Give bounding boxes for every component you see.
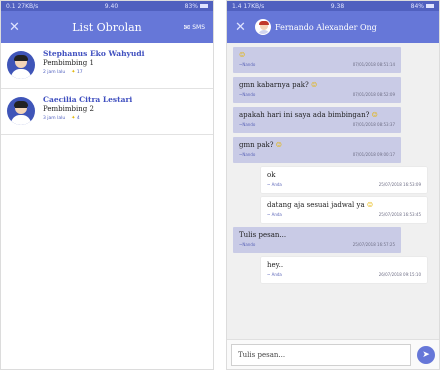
message-sender: ~Nando [239,92,256,97]
message-sender: ~ Anda [267,212,282,217]
contact-role: Pembimbing 2 [43,105,94,113]
network-speed: 1.4 17KB/s [232,2,265,10]
message-time: 25/07/2018 16:57:25 [352,242,395,247]
message-time: 07/01/2018 08:52:09 [352,92,395,97]
message-time: 07/01/2018 09:00:17 [352,152,395,157]
outgoing-message[interactable]: hey.. ~ Anda 26/07/2018 09:15:10 [261,257,427,283]
message-text: Tulis pesan... [239,231,287,239]
battery-indicator: 84% [411,3,434,10]
status-bar: 0.1 27KB/s 9.40 83% [1,1,213,11]
battery-icon [426,4,434,8]
incoming-message[interactable]: ☺ ~Nando 07/01/2018 08:51:14 [233,47,401,73]
incoming-message[interactable]: apakah hari ini saya ada bimbingan? ☺ ~Na… [233,107,401,133]
avatar [7,97,35,125]
message-footer: ~Nando 07/01/2018 08:53:37 [239,122,395,127]
chat-list-item[interactable]: Stephanus Eko Wahyudi Pembimbing 1 2 jam l… [1,43,213,89]
contact-role: Pembimbing 1 [43,59,94,67]
smile-emoji-icon: ☺ [275,141,283,149]
message-text: datang aja sesuai jadwal ya ☺ [267,201,374,209]
outgoing-message[interactable]: ok ~ Anda 25/07/2018 16:53:09 [261,167,427,193]
message-count: ✦ 17 [71,69,83,75]
send-icon: ➤ [422,349,430,360]
star-icon: ✦ [71,69,76,75]
peer-name: Fernando Alexander Ong [275,22,377,32]
message-footer: ~Nando 25/07/2018 16:57:25 [239,242,395,247]
message-count: ✦ 4 [71,115,80,121]
chat-item-text: Stephanus Eko Wahyudi Pembimbing 1 2 jam l… [43,49,207,75]
message-time: 07/01/2018 08:51:14 [352,62,395,67]
chat-list-screen: 0.1 27KB/s 9.40 83% ✕ List Obrolan ✉ SMS… [0,0,214,370]
message-footer: ~ Anda 26/07/2018 09:15:10 [267,272,421,277]
message-footer: ~ Anda 25/07/2018 16:53:45 [267,212,421,217]
battery-indicator: 83% [185,3,208,10]
smile-emoji-icon: ☺ [239,51,246,59]
conversation-screen: 1.4 17KB/s 9.38 84% ✕ Fernando Alexander… [226,0,440,370]
smile-emoji-icon: ☺ [311,81,318,89]
message-sender: ~Nando [239,242,256,247]
message-sender: ~Nando [239,122,256,127]
message-time: 25/07/2018 16:53:09 [378,182,421,187]
message-footer: ~ Anda 25/07/2018 16:53:09 [267,182,421,187]
chat-meta: 2 jam lalu ✦ 17 [43,69,207,75]
message-time: 07/01/2018 08:53:37 [352,122,395,127]
incoming-message[interactable]: gmn pak? ☺ ~Nando 07/01/2018 09:00:17 [233,137,401,163]
message-text: gmn kabarnya pak? ☺ [239,81,318,89]
chat-item-text: Caecilia Citra Lestari Pembimbing 2 3 jam … [43,95,207,121]
message-input[interactable]: Tulis pesan... [231,343,411,366]
close-icon[interactable]: ✕ [9,20,23,35]
contact-name: Stephanus Eko Wahyudi [43,49,145,58]
avatar [7,51,35,79]
page-title: List Obrolan [72,20,142,34]
clock: 9.40 [104,2,119,10]
message-text: apakah hari ini saya ada bimbingan? ☺ [239,111,378,119]
last-message-time: 2 jam lalu [43,69,66,75]
message-footer: ~Nando 07/01/2018 09:00:17 [239,152,395,157]
message-sender: ~ Anda [267,182,282,187]
chat-list-item[interactable]: Caecilia Citra Lestari Pembimbing 2 3 jam … [1,89,213,135]
contact-name: Caecilia Citra Lestari [43,95,133,104]
chat-list: Stephanus Eko Wahyudi Pembimbing 1 2 jam l… [1,43,213,135]
smile-emoji-icon: ☺ [366,201,374,209]
message-text: gmn pak? ☺ [239,141,283,149]
message-text: hey.. [267,261,284,269]
message-footer: ~Nando 07/01/2018 08:51:14 [239,62,395,67]
send-button[interactable]: ➤ [417,345,435,364]
message-footer: ~Nando 07/01/2018 08:52:09 [239,92,395,97]
clock: 9.38 [330,2,345,10]
composer: Tulis pesan... ➤ [227,339,439,369]
star-icon: ✦ [71,115,76,121]
app-bar: ✕ Fernando Alexander Ong [227,11,439,43]
message-text: ☺ [239,50,395,60]
message-icon: ✉ [183,22,191,32]
avatar[interactable] [255,19,271,35]
message-time: 25/07/2018 16:53:45 [378,212,421,217]
message-sender: ~Nando [239,62,256,67]
message-list[interactable]: ☺ ~Nando 07/01/2018 08:51:14 gmn kabarnya p… [227,43,439,339]
chat-meta: 3 jam lalu ✦ 4 [43,115,207,121]
message-text: ok [267,171,276,179]
message-time: 26/07/2018 09:15:10 [378,272,421,277]
incoming-message[interactable]: Tulis pesan... ~Nando 25/07/2018 16:57:25 [233,227,401,253]
outgoing-message[interactable]: datang aja sesuai jadwal ya ☺ ~ Anda 25/07… [261,197,427,223]
close-icon[interactable]: ✕ [235,20,249,35]
last-message-time: 3 jam lalu [43,115,66,121]
app-bar: ✕ List Obrolan ✉ SMS [1,11,213,43]
status-bar: 1.4 17KB/s 9.38 84% [227,1,439,11]
smile-emoji-icon: ☺ [371,111,378,119]
battery-icon [200,4,208,8]
sms-button[interactable]: ✉ SMS [184,23,206,32]
message-sender: ~Nando [239,152,256,157]
network-speed: 0.1 27KB/s [6,2,39,10]
message-sender: ~ Anda [267,272,282,277]
incoming-message[interactable]: gmn kabarnya pak? ☺ ~Nando 07/01/2018 08:5… [233,77,401,103]
